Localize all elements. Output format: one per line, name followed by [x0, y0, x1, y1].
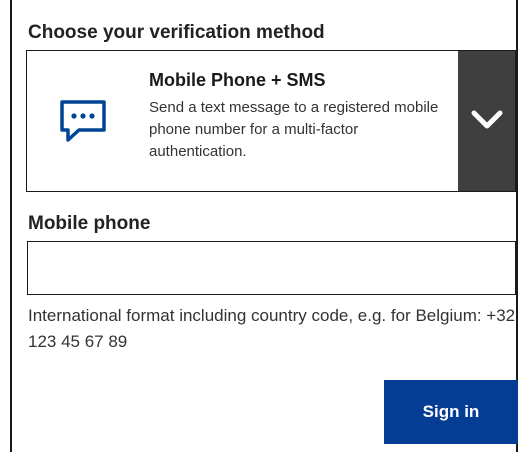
method-title: Mobile Phone + SMS — [149, 70, 326, 90]
mobile-phone-label: Mobile phone — [28, 213, 151, 234]
mobile-phone-input[interactable] — [27, 241, 516, 295]
chevron-down-icon — [471, 110, 503, 129]
login-panel: Choose your verification method Mobile P… — [10, 0, 518, 452]
verification-method-heading: Choose your verification method — [28, 22, 325, 43]
method-description: Send a text message to a registered mobi… — [149, 99, 439, 160]
sign-in-button[interactable]: Sign in — [384, 380, 518, 444]
method-text-group: Mobile Phone + SMS Send a text message t… — [149, 69, 449, 163]
dropdown-toggle[interactable] — [458, 51, 515, 191]
verification-method-dropdown[interactable]: Mobile Phone + SMS Send a text message t… — [26, 50, 516, 192]
chat-bubble-icon — [57, 95, 109, 147]
phone-format-help: International format including country c… — [28, 306, 516, 351]
